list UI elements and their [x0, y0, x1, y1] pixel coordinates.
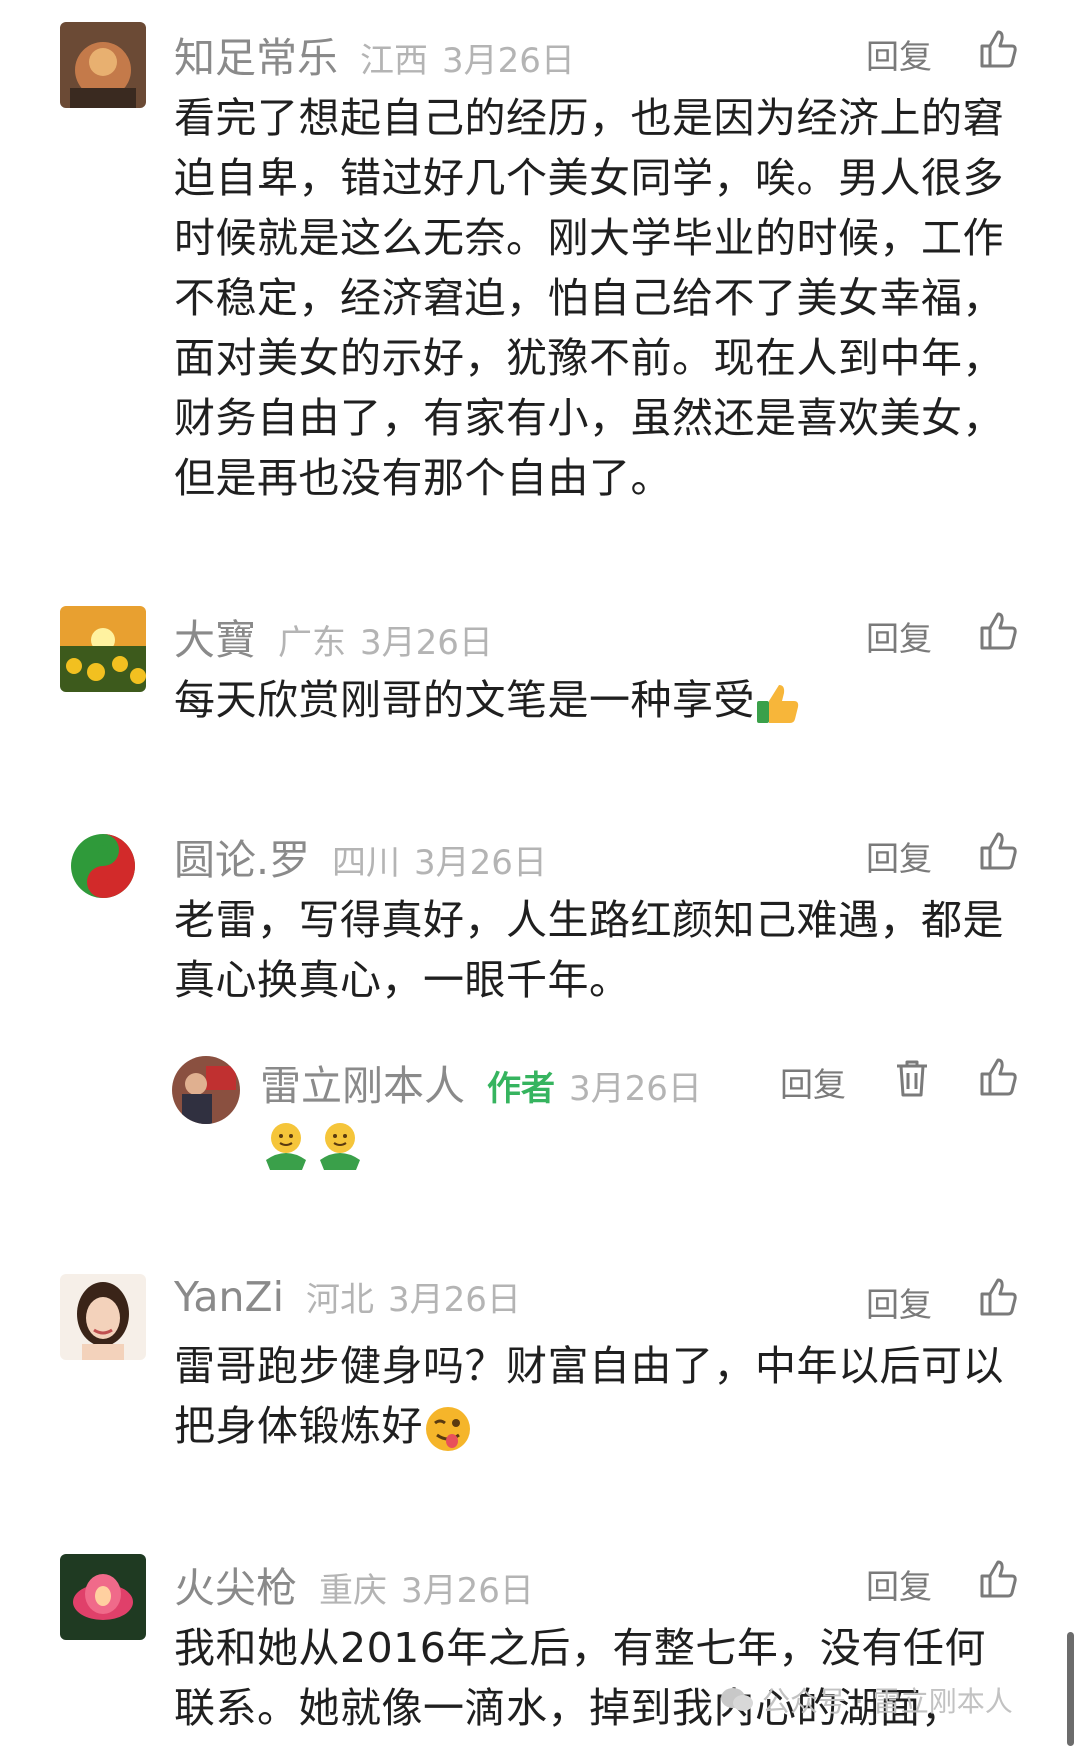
- like-icon[interactable]: [978, 1558, 1020, 1600]
- author-badge: 作者: [487, 1069, 555, 1109]
- watermark: 公众号 · 雷立刚本人: [720, 1680, 1013, 1720]
- reply-button[interactable]: 回复: [866, 1560, 932, 1608]
- date: 3月26日: [360, 623, 493, 663]
- comment-header: 火尖枪 重庆 3月26日: [174, 1554, 534, 1612]
- wechat-icon: [721, 1688, 753, 1711]
- reply-header: 雷立刚本人 作者 3月26日: [260, 1052, 702, 1110]
- comment-text: 我和她从2016年之后，有整七年，没有任何联系。她就像一滴水，掉到我内心的湖面，: [174, 1624, 986, 1732]
- comment-text: 看完了想起自己的经历，也是因为经济上的窘迫自卑，错过好几个美女同学，唉。男人很多…: [174, 94, 1004, 502]
- date: 3月26日: [442, 41, 575, 81]
- location: 河北: [306, 1280, 374, 1320]
- comment-text: 每天欣赏刚哥的文笔是一种享受: [174, 676, 755, 724]
- scrollbar[interactable]: [1067, 1632, 1074, 1746]
- comment-text-row: 每天欣赏刚哥的文笔是一种享受: [174, 670, 1004, 730]
- reply-button[interactable]: 回复: [780, 1058, 846, 1106]
- commenter-name[interactable]: 知足常乐: [174, 24, 338, 84]
- reply-button[interactable]: 回复: [866, 30, 932, 78]
- location: 广东: [278, 623, 346, 663]
- date: 3月26日: [414, 843, 547, 883]
- comment-text: 雷哥跑步健身吗？财富自由了，中年以后可以把身体锻炼好: [174, 1342, 1004, 1450]
- thumbs-up-emoji-icon: [757, 685, 799, 723]
- avatar[interactable]: [172, 1056, 240, 1124]
- avatar[interactable]: [60, 606, 146, 692]
- location: 四川: [332, 843, 401, 883]
- watermark-text: 公众号 · 雷立刚本人: [762, 1685, 1013, 1718]
- comment-header: 圆论.罗 四川 3月26日: [174, 826, 547, 884]
- commenter-name[interactable]: YanZi: [174, 1273, 284, 1321]
- avatar[interactable]: [60, 826, 146, 912]
- reply-button[interactable]: 回复: [866, 612, 932, 660]
- like-icon[interactable]: [978, 610, 1020, 652]
- reply-emoji-row: [262, 1120, 364, 1172]
- author-name[interactable]: 雷立刚本人: [260, 1052, 465, 1112]
- comment-header: 大寶 广东 3月26日: [174, 606, 493, 664]
- location: 重庆: [319, 1571, 387, 1611]
- reply-button[interactable]: 回复: [866, 1278, 932, 1326]
- commenter-name[interactable]: 大寶: [174, 606, 256, 666]
- commenter-name[interactable]: 圆论.罗: [174, 826, 310, 886]
- delete-icon[interactable]: [894, 1058, 930, 1098]
- like-icon[interactable]: [978, 1056, 1020, 1098]
- comment-text: 老雷，写得真好，人生路红颜知己难遇，都是真心换真心，一眼千年。: [174, 896, 1004, 1004]
- hug-emoji-icon: [266, 1123, 306, 1170]
- like-icon[interactable]: [978, 1276, 1020, 1318]
- date: 3月26日: [569, 1069, 702, 1109]
- avatar[interactable]: [60, 1274, 146, 1360]
- reply-button[interactable]: 回复: [866, 832, 932, 880]
- like-icon[interactable]: [978, 830, 1020, 872]
- avatar[interactable]: [60, 1554, 146, 1640]
- avatar[interactable]: [60, 22, 146, 108]
- date: 3月26日: [401, 1571, 534, 1611]
- comment-header: 知足常乐 江西 3月26日: [174, 24, 575, 82]
- like-icon[interactable]: [978, 28, 1020, 70]
- commenter-name[interactable]: 火尖枪: [174, 1554, 297, 1614]
- comment-text-row: 雷哥跑步健身吗？财富自由了，中年以后可以把身体锻炼好: [174, 1336, 1004, 1456]
- winking-tongue-emoji-icon: [426, 1407, 470, 1451]
- date: 3月26日: [388, 1280, 521, 1320]
- comment-header: YanZi 河北 3月26日: [174, 1272, 521, 1328]
- hug-emoji-icon: [320, 1123, 360, 1170]
- location: 江西: [360, 41, 428, 81]
